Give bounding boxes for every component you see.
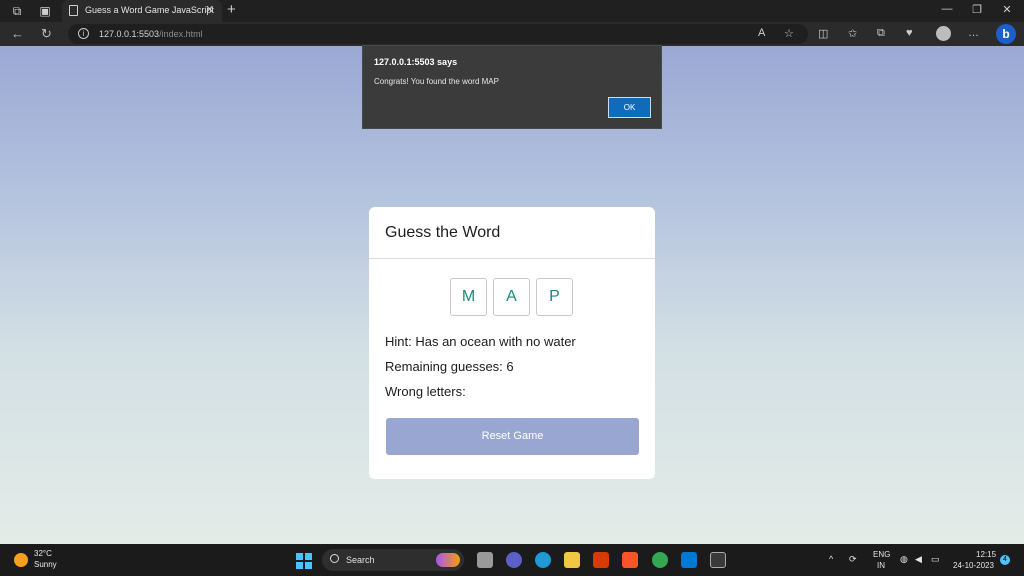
alert-message: Congrats! You found the word MAP: [374, 77, 499, 86]
favorite-star-icon[interactable]: ☆: [784, 27, 794, 40]
favorites-icon[interactable]: ✩: [848, 27, 857, 40]
search-icon: [330, 554, 339, 563]
letter-box: M: [450, 278, 487, 316]
taskbar-search[interactable]: Search: [322, 549, 464, 571]
profile-avatar[interactable]: [936, 26, 951, 41]
game-title: Guess the Word: [385, 224, 501, 241]
address-bar[interactable]: i 127.0.0.1:5503/index.html: [68, 24, 808, 44]
restore-icon[interactable]: ❐: [969, 3, 985, 16]
taskbar: 32°C Sunny Search ^ ⟳ ENG IN ◍ ◀ ▭ 12:15…: [0, 544, 1024, 576]
remaining-guesses: Remaining guesses: 6: [385, 359, 514, 374]
split-screen-icon[interactable]: ◫: [818, 27, 828, 40]
office-icon[interactable]: [593, 552, 609, 568]
vscode-icon[interactable]: [681, 552, 697, 568]
back-icon[interactable]: ←: [11, 26, 24, 41]
letter-box: A: [493, 278, 530, 316]
search-highlight-icon: [436, 553, 460, 567]
card-divider: [369, 258, 655, 259]
sun-icon[interactable]: [14, 553, 28, 567]
new-tab-icon[interactable]: +: [227, 1, 236, 18]
clock-date[interactable]: 24-10-2023: [953, 561, 994, 570]
extensions-icon[interactable]: ♥: [906, 27, 913, 39]
start-icon[interactable]: [296, 553, 312, 569]
edge-icon[interactable]: [535, 552, 551, 568]
game-card: Guess the Word M A P Hint: Has an ocean …: [369, 207, 655, 479]
clock-time[interactable]: 12:15: [976, 550, 996, 559]
language-region[interactable]: IN: [877, 561, 885, 570]
sync-icon[interactable]: ⟳: [849, 554, 857, 565]
bing-copilot-icon[interactable]: b: [996, 24, 1016, 44]
page-icon: [69, 5, 78, 16]
browser-tab[interactable]: Guess a Word Game JavaScript ✕: [62, 0, 222, 22]
wrong-letters: Wrong letters:: [385, 384, 466, 399]
alert-title: 127.0.0.1:5503 says: [374, 57, 458, 67]
alert-dialog: 127.0.0.1:5503 says Congrats! You found …: [362, 45, 662, 129]
browser-toolbar: ← ↻ i 127.0.0.1:5503/index.html A ☆ ◫ ✩ …: [0, 22, 1024, 46]
file-explorer-icon[interactable]: [564, 552, 580, 568]
battery-icon[interactable]: ▭: [931, 554, 940, 565]
browser-tab-bar: ⧉ ▣ Guess a Word Game JavaScript ✕ + — ❐…: [0, 0, 1024, 22]
word-letters: M A P: [450, 278, 573, 316]
volume-icon[interactable]: ◀: [915, 554, 922, 565]
brave-icon[interactable]: [622, 552, 638, 568]
close-window-icon[interactable]: ✕: [999, 3, 1015, 16]
terminal-icon[interactable]: [710, 552, 726, 568]
read-aloud-icon[interactable]: A: [758, 27, 765, 39]
chevron-up-icon[interactable]: ^: [829, 554, 833, 564]
language-code[interactable]: ENG: [873, 550, 890, 559]
alert-ok-button[interactable]: OK: [608, 97, 651, 118]
letter-box: P: [536, 278, 573, 316]
refresh-icon[interactable]: ↻: [41, 26, 52, 42]
search-label: Search: [346, 555, 375, 565]
weather-temp[interactable]: 32°C: [34, 549, 52, 558]
minimize-icon[interactable]: —: [939, 3, 955, 15]
teams-icon[interactable]: [506, 552, 522, 568]
network-icon[interactable]: ◍: [900, 554, 908, 565]
site-info-icon[interactable]: i: [78, 28, 89, 39]
chrome-icon[interactable]: [652, 552, 668, 568]
tab-title: Guess a Word Game JavaScript: [85, 5, 214, 15]
workspaces-icon[interactable]: ⧉: [9, 3, 25, 19]
url-text[interactable]: 127.0.0.1:5503/index.html: [99, 29, 203, 39]
tab-actions-icon[interactable]: ▣: [37, 3, 53, 19]
reset-game-button[interactable]: Reset Game: [386, 418, 639, 455]
collections-icon[interactable]: ⧉: [877, 27, 885, 40]
hint-text: Hint: Has an ocean with no water: [385, 334, 576, 349]
notification-badge[interactable]: 4: [1000, 555, 1010, 565]
more-menu-icon[interactable]: …: [968, 27, 979, 39]
close-tab-icon[interactable]: ✕: [205, 3, 214, 16]
task-view-icon[interactable]: [477, 552, 493, 568]
weather-condition[interactable]: Sunny: [34, 560, 57, 569]
